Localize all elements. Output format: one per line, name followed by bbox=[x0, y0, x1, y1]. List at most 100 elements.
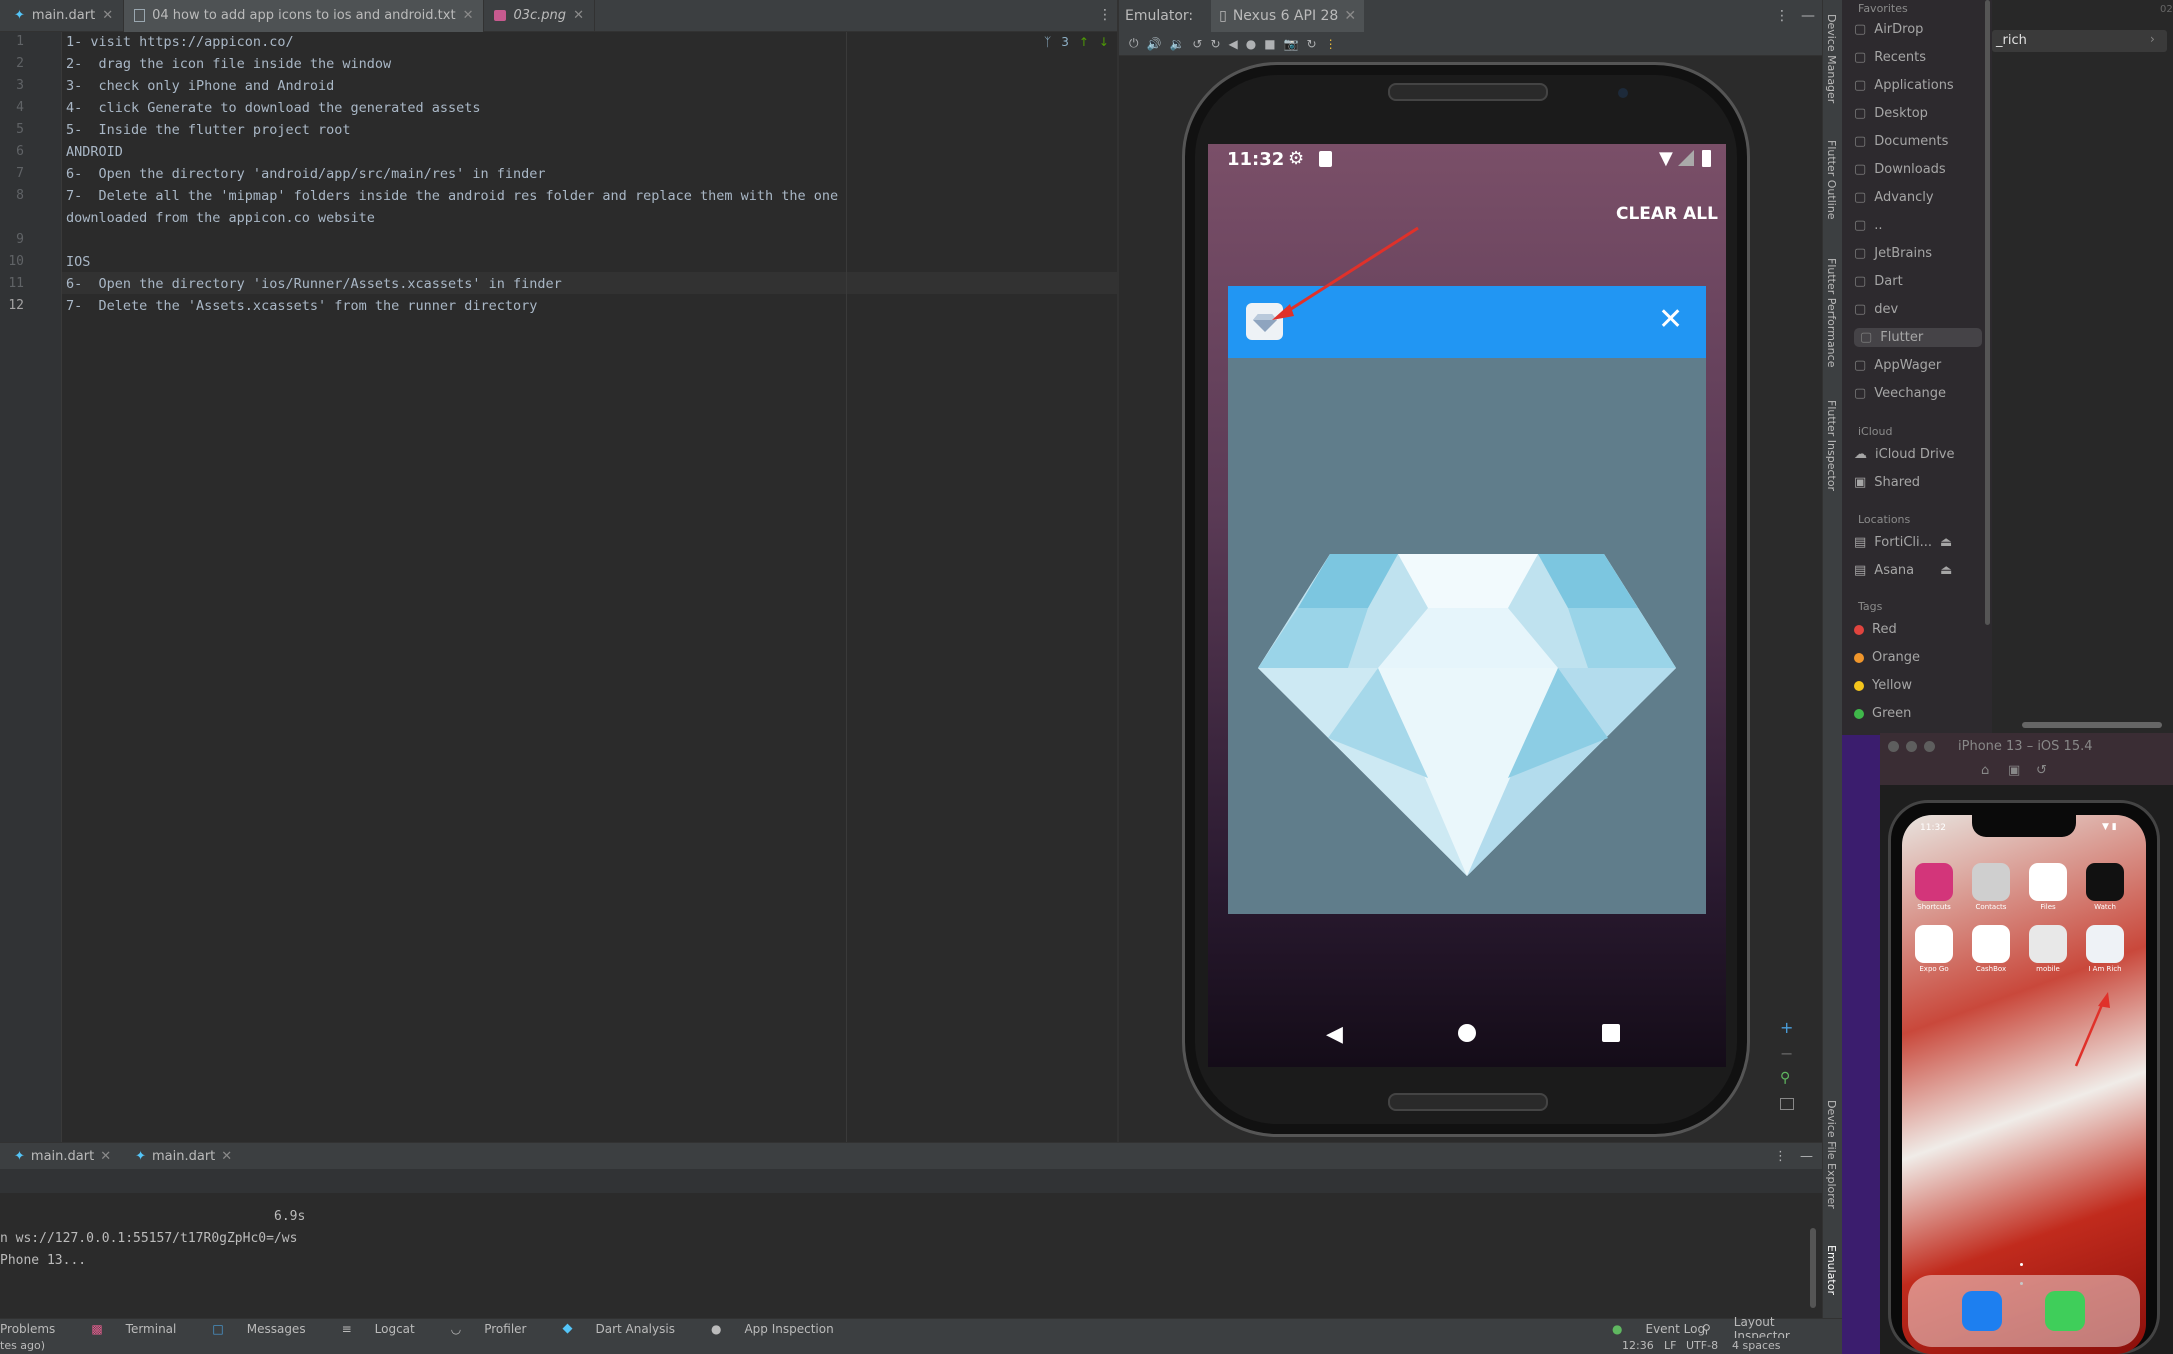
code-line[interactable]: 6- Open the directory 'android/app/src/m… bbox=[66, 166, 546, 182]
power-icon[interactable]: ⏻ bbox=[1129, 36, 1139, 51]
profiler-tab[interactable]: ◡ Profiler bbox=[451, 1322, 545, 1336]
close-icon[interactable]: ✕ bbox=[1658, 300, 1683, 340]
tab-main-dart[interactable]: ✦ main.dart ✕ bbox=[0, 0, 125, 32]
terminal-tab[interactable]: ▩ Terminal bbox=[91, 1322, 194, 1336]
messages-icon[interactable] bbox=[2045, 1291, 2085, 1331]
code-line[interactable]: downloaded from the appicon.co website bbox=[66, 210, 375, 226]
code-line[interactable]: 7- Delete the 'Assets.xcassets' from the… bbox=[66, 298, 537, 314]
app-shortcuts[interactable]: Shortcuts bbox=[1914, 863, 1954, 911]
sidebar-item-documents[interactable]: ▢ Documents bbox=[1854, 134, 1948, 149]
home-icon[interactable]: ⌂ bbox=[1981, 763, 1989, 778]
code-line[interactable]: 6- Open the directory 'ios/Runner/Assets… bbox=[66, 276, 562, 292]
status-time[interactable]: 12:36 bbox=[1622, 1339, 1654, 1352]
close-icon[interactable]: ✕ bbox=[221, 1149, 232, 1164]
finder-hscrollbar[interactable] bbox=[2022, 722, 2162, 728]
eject-icon[interactable]: ⏏ bbox=[1940, 535, 1952, 550]
eject-icon[interactable]: ⏏ bbox=[1940, 563, 1952, 578]
close-icon[interactable]: ✕ bbox=[1344, 8, 1356, 24]
indent[interactable]: 4 spaces bbox=[1732, 1339, 1781, 1352]
sidebar-item-veechange[interactable]: ▢ Veechange bbox=[1854, 386, 1946, 401]
tab-nexus-6[interactable]: ▯ Nexus 6 API 28 ✕ bbox=[1211, 0, 1365, 32]
flutter-outline-tab[interactable]: Flutter Outline bbox=[1825, 140, 1838, 220]
arrow-up-icon[interactable]: ↑ bbox=[1079, 35, 1089, 49]
tag-yellow[interactable]: Yellow bbox=[1854, 678, 1912, 693]
sidebar-item-airdrop[interactable]: ▢ AirDrop bbox=[1854, 22, 1923, 37]
run-tab-2[interactable]: ✦ main.dart ✕ bbox=[135, 1149, 232, 1164]
device-file-explorer-tab[interactable]: Device File Explorer bbox=[1825, 1100, 1838, 1209]
nav-back-icon[interactable]: ◀ bbox=[1326, 1022, 1343, 1047]
tag-red[interactable]: Red bbox=[1854, 622, 1897, 637]
close-icon[interactable]: ✕ bbox=[100, 1149, 111, 1164]
tag-orange[interactable]: Orange bbox=[1854, 650, 1920, 665]
window-minimize-button[interactable] bbox=[1906, 741, 1917, 752]
more-options-icon[interactable]: ⋮ bbox=[1775, 8, 1789, 24]
more-options-icon[interactable]: ⋮ bbox=[1098, 7, 1112, 23]
sidebar-item-dev[interactable]: ▢ dev bbox=[1854, 302, 1898, 317]
console-scrollbar[interactable] bbox=[1810, 1228, 1816, 1308]
close-icon[interactable]: ✕ bbox=[102, 8, 113, 23]
sidebar-item-icloud-drive[interactable]: ☁ iCloud Drive bbox=[1854, 447, 1955, 462]
arrow-down-icon[interactable]: ↓ bbox=[1099, 35, 1109, 49]
close-icon[interactable]: ✕ bbox=[463, 8, 474, 23]
finder-vscrollbar[interactable] bbox=[1985, 0, 1990, 625]
clear-all-button[interactable]: CLEAR ALL bbox=[1616, 204, 1718, 224]
sidebar-item-advancly[interactable]: ▢ Advancly bbox=[1854, 190, 1934, 205]
device-manager-tab[interactable]: Device Manager bbox=[1825, 14, 1838, 103]
emulator-side-tab[interactable]: Emulator bbox=[1825, 1245, 1838, 1295]
flutter-inspector-tab[interactable]: Flutter Inspector bbox=[1825, 400, 1838, 491]
sidebar-item-flutter[interactable]: ▢ Flutter bbox=[1854, 328, 1982, 347]
app-mobile[interactable]: mobile bbox=[2028, 925, 2068, 973]
android-screen[interactable]: 11:32 ⚙ ▼ CLEAR ALL ✕ ◀ bbox=[1208, 144, 1726, 1067]
sidebar-item-forticlient[interactable]: ▤ FortiCli... ⏏ bbox=[1854, 535, 1952, 550]
code-line[interactable]: ANDROID bbox=[66, 144, 123, 160]
rotate-left-icon[interactable]: ↺ bbox=[1192, 37, 1202, 51]
inspection-widget[interactable]: ᛉ 3 ↑ ↓ bbox=[1044, 35, 1109, 49]
code-line[interactable]: 4- click Generate to download the genera… bbox=[66, 100, 481, 116]
rotate-right-icon[interactable]: ↻ bbox=[1210, 37, 1220, 51]
code-line[interactable]: 1- visit https://appicon.co/ bbox=[66, 34, 294, 50]
code-line[interactable]: 5- Inside the flutter project root bbox=[66, 122, 350, 138]
window-close-button[interactable] bbox=[1888, 741, 1899, 752]
more-options-icon[interactable]: ⋮ bbox=[1774, 1149, 1787, 1164]
app-files[interactable]: Files bbox=[2028, 863, 2068, 911]
sidebar-item-jetbrains[interactable]: ▢ JetBrains bbox=[1854, 246, 1932, 261]
zoom-fit-icon[interactable]: ⚲ bbox=[1780, 1070, 1790, 1086]
recent-app-preview[interactable] bbox=[1228, 358, 1706, 914]
back-icon[interactable]: ◀ bbox=[1229, 37, 1238, 51]
minimize-icon[interactable]: — bbox=[1801, 8, 1815, 24]
home-icon[interactable]: ● bbox=[1246, 37, 1256, 51]
sidebar-item--[interactable]: ▢.. bbox=[1854, 218, 1883, 233]
sidebar-item-recents[interactable]: ▢ Recents bbox=[1854, 50, 1926, 65]
more-icon[interactable]: ⋮ bbox=[1325, 37, 1337, 51]
code-line[interactable]: 7- Delete all the 'mipmap' folders insid… bbox=[66, 188, 838, 204]
app-inspection-tab[interactable]: ● App Inspection bbox=[711, 1322, 852, 1336]
line-separator[interactable]: LF bbox=[1664, 1339, 1676, 1352]
window-zoom-button[interactable] bbox=[1924, 741, 1935, 752]
sidebar-item-dart[interactable]: ▢ Dart bbox=[1854, 274, 1903, 289]
flutter-performance-tab[interactable]: Flutter Performance bbox=[1825, 258, 1838, 367]
app-expo-go[interactable]: Expo Go bbox=[1914, 925, 1954, 973]
encoding[interactable]: UTF-8 bbox=[1686, 1339, 1718, 1352]
app-watch[interactable]: Watch bbox=[2085, 863, 2125, 911]
dart-analysis-tab[interactable]: ◆ Dart Analysis bbox=[562, 1321, 693, 1336]
sidebar-item-appwager[interactable]: ▢ AppWager bbox=[1854, 358, 1941, 373]
snapshot-icon[interactable]: ↻ bbox=[1307, 37, 1317, 51]
screenshot-icon[interactable]: ▣ bbox=[2008, 763, 2020, 778]
sidebar-item-asana[interactable]: ▤ Asana ⏏ bbox=[1854, 563, 1952, 578]
messages-tab[interactable]: □ Messages bbox=[212, 1322, 323, 1336]
minimize-icon[interactable]: — bbox=[1800, 1149, 1813, 1164]
code-line[interactable]: IOS bbox=[66, 254, 90, 270]
app-contacts[interactable]: Contacts bbox=[1971, 863, 2011, 911]
sidebar-item-shared[interactable]: ▣ Shared bbox=[1854, 475, 1920, 490]
tag-green[interactable]: Green bbox=[1854, 706, 1911, 721]
volume-up-icon[interactable]: 🔊 bbox=[1147, 37, 1162, 51]
nav-home-icon[interactable] bbox=[1458, 1024, 1476, 1042]
run-tab-1[interactable]: ✦ main.dart ✕ bbox=[14, 1149, 111, 1164]
tab-png-file[interactable]: 03c.png ✕ bbox=[484, 0, 595, 32]
logcat-tab[interactable]: ≡ Logcat bbox=[342, 1322, 433, 1336]
problems-tab[interactable]: Problems bbox=[0, 1322, 73, 1336]
tab-txt-file[interactable]: 04 how to add app icons to ios and andro… bbox=[124, 0, 485, 32]
nav-overview-icon[interactable] bbox=[1602, 1024, 1620, 1042]
ios-home-screen[interactable]: 11:32 ▼ ▮ Shortcuts Contacts Files Watch Exp… bbox=[1902, 815, 2146, 1354]
zoom-out-icon[interactable]: − bbox=[1780, 1044, 1793, 1063]
